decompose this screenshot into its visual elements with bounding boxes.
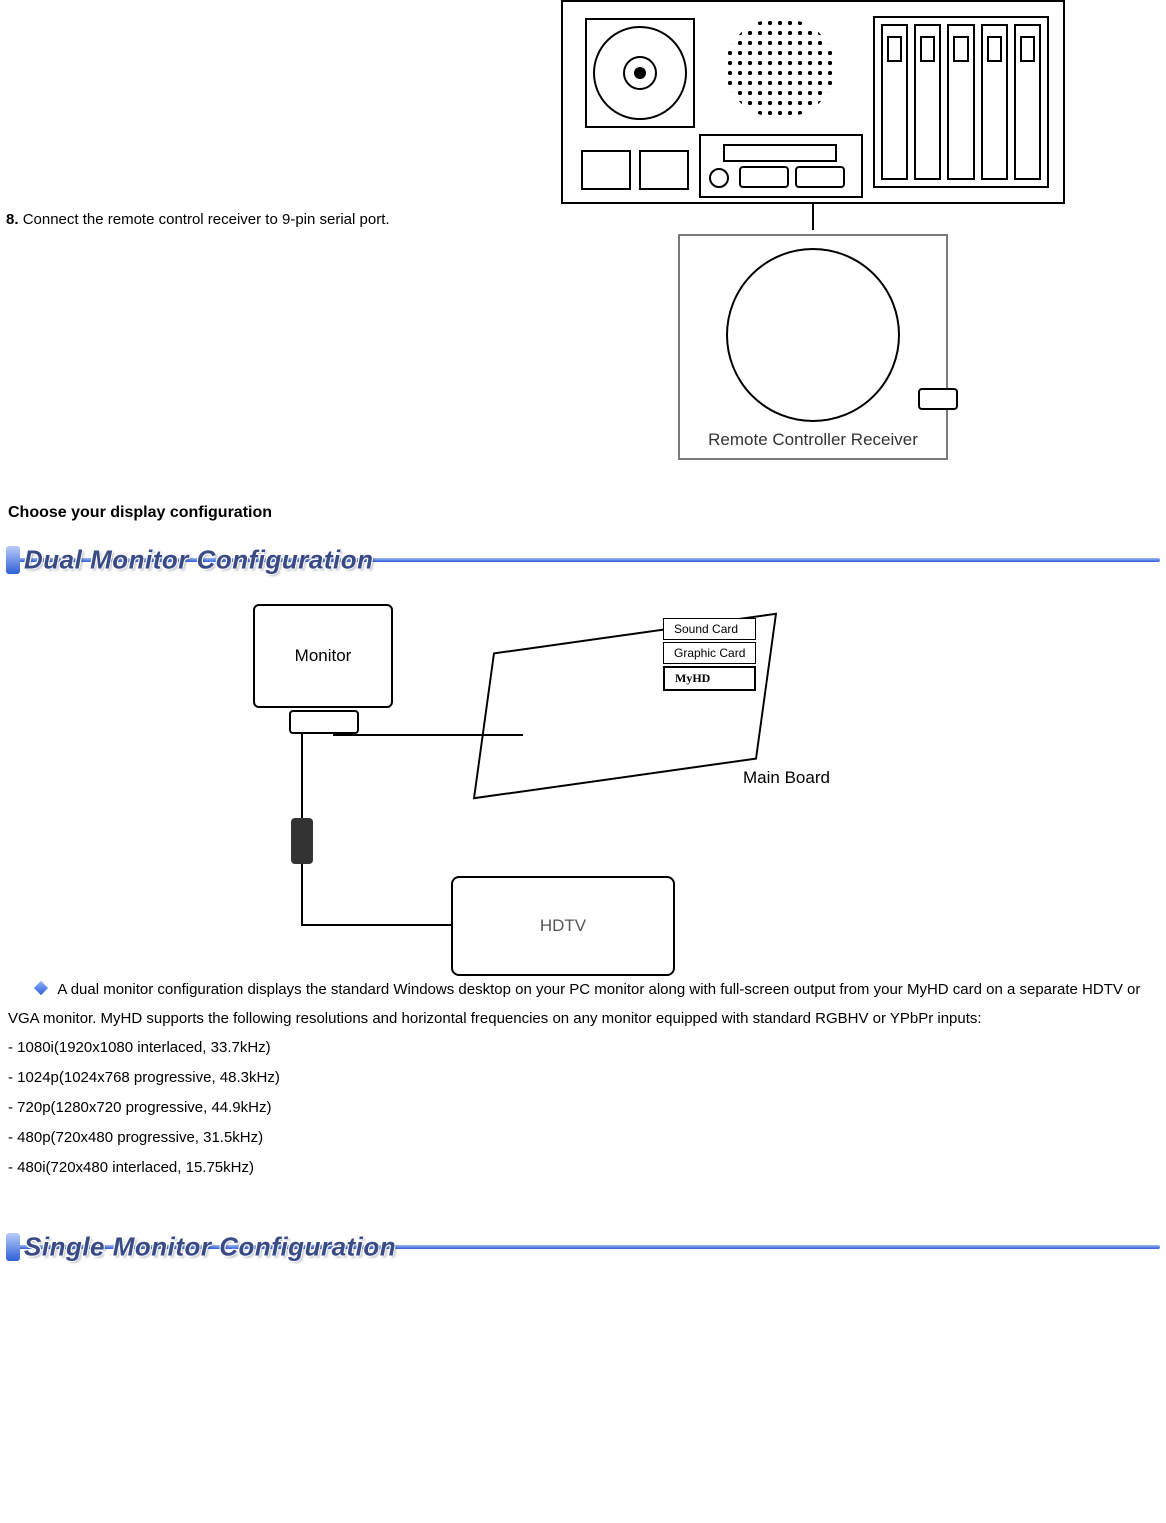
receiver-caption: Remote Controller Receiver <box>680 426 946 452</box>
dual-monitor-diagram: Monitor Sound Card Graphic Card MyHD Mai… <box>223 588 943 968</box>
serial-plug-icon <box>918 388 958 410</box>
choose-config-heading: Choose your display configuration <box>8 504 1160 522</box>
document-page: 8. Connect the remote control receiver t… <box>0 0 1166 1311</box>
resolution-item: - 1024p(1024x768 progressive, 48.3kHz) <box>8 1063 1158 1093</box>
connector-line-icon <box>301 864 303 924</box>
connector-line-icon <box>301 734 303 818</box>
card-stack: Sound Card Graphic Card MyHD <box>663 618 756 693</box>
power-socket-icon <box>581 150 631 190</box>
spacer <box>6 1183 1160 1223</box>
single-monitor-banner: Single Monitor Configuration <box>6 1229 1160 1265</box>
diamond-bullet-icon <box>34 981 48 995</box>
monitor-label: Monitor <box>253 604 393 708</box>
resolution-item: - 720p(1280x720 progressive, 44.9kHz) <box>8 1093 1158 1123</box>
dual-banner-label: Dual Monitor Configuration <box>24 545 386 576</box>
sound-card-label: Sound Card <box>663 618 756 640</box>
step-number: 8. <box>6 211 19 228</box>
speaker-grille-icon <box>725 18 835 118</box>
expansion-slots-icon <box>873 16 1049 188</box>
single-banner-label: Single Monitor Configuration <box>24 1232 408 1263</box>
cable-coil-icon <box>726 248 900 422</box>
power-socket-icon <box>639 150 689 190</box>
pc-rear-figure: Remote Controller Receiver <box>466 0 1160 460</box>
banner-cap-icon <box>6 1233 20 1261</box>
io-panel-icon <box>699 134 863 198</box>
resolution-item: - 480p(720x480 progressive, 31.5kHz) <box>8 1123 1158 1153</box>
pc-back-panel-icon <box>561 0 1065 204</box>
dual-monitor-banner: Dual Monitor Configuration <box>6 542 1160 578</box>
myhd-card-label: MyHD <box>663 666 756 691</box>
crt-monitor-icon: Monitor <box>243 598 403 738</box>
remote-receiver-figure: Remote Controller Receiver <box>678 234 948 460</box>
graphic-card-label: Graphic Card <box>663 642 756 664</box>
dual-description-text: A dual monitor configuration displays th… <box>8 981 1140 1027</box>
resolution-item: - 1080i(1920x1080 interlaced, 33.7kHz) <box>8 1033 1158 1063</box>
mainboard-label: Main Board <box>743 768 830 788</box>
step-8-text: 8. Connect the remote control receiver t… <box>6 0 446 230</box>
leader-line-icon <box>812 204 814 230</box>
step-description: Connect the remote control receiver to 9… <box>23 211 390 228</box>
resolution-list: - 1080i(1920x1080 interlaced, 33.7kHz) -… <box>8 1033 1158 1183</box>
connector-line-icon <box>301 924 451 926</box>
fan-icon <box>585 18 695 128</box>
step-row: 8. Connect the remote control receiver t… <box>6 0 1160 460</box>
dual-description-paragraph: A dual monitor configuration displays th… <box>8 976 1158 1033</box>
adapter-icon <box>291 818 313 864</box>
hdtv-label: HDTV <box>451 876 675 976</box>
banner-cap-icon <box>6 546 20 574</box>
resolution-item: - 480i(720x480 interlaced, 15.75kHz) <box>8 1153 1158 1183</box>
